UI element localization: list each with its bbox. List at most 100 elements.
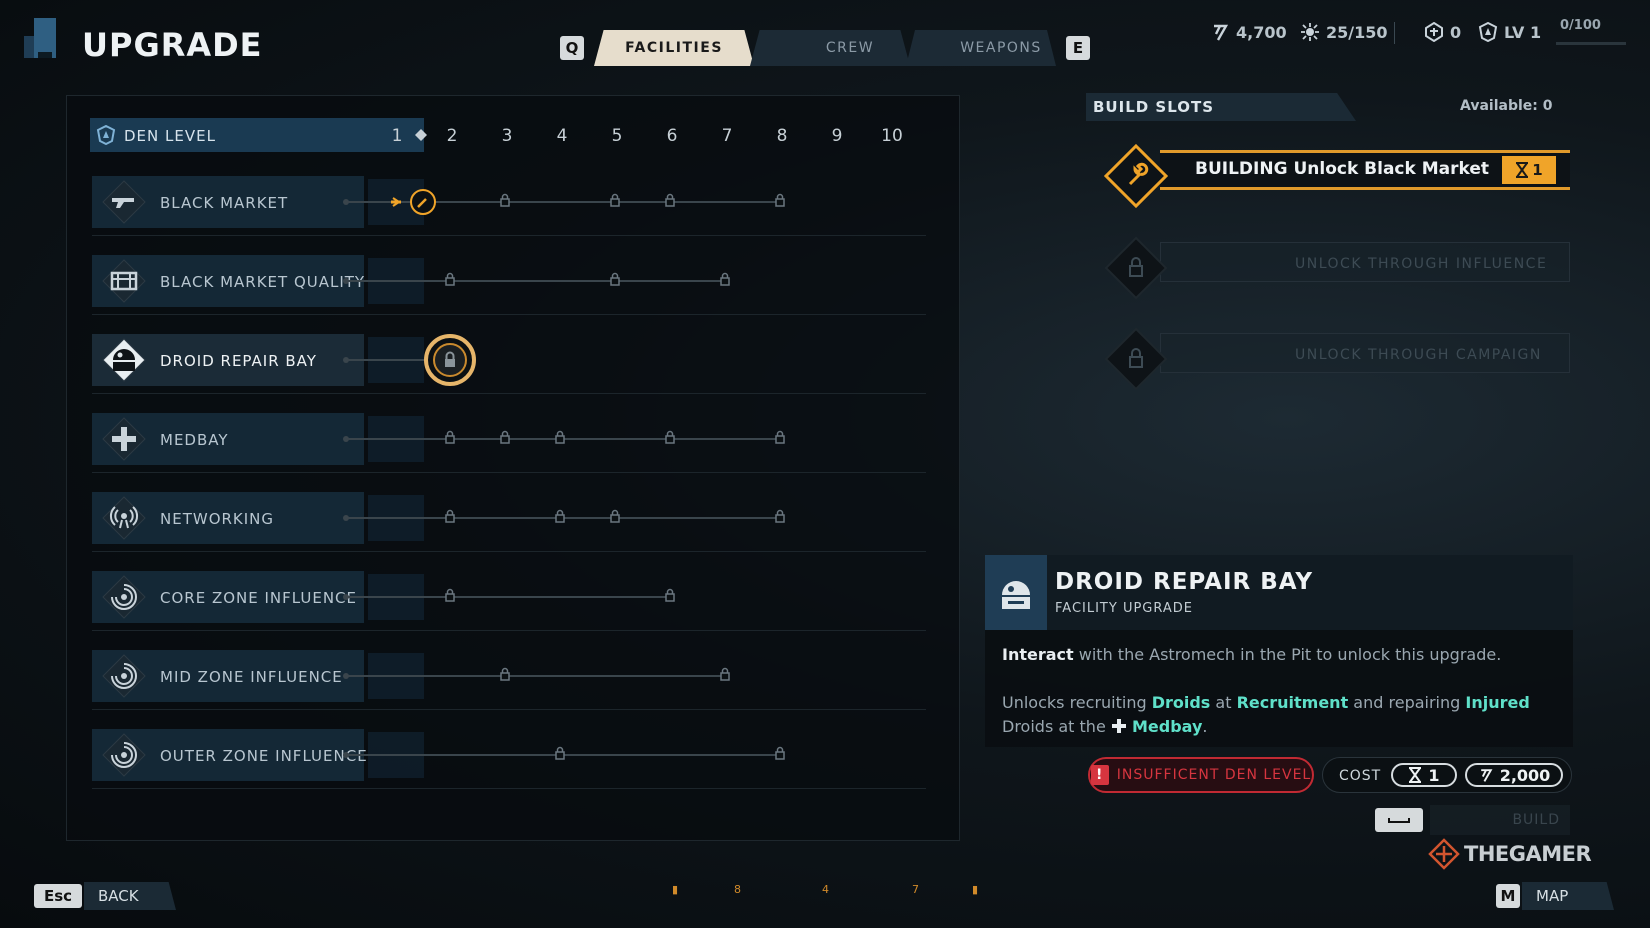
detail-text: Unlocks recruiting: [1002, 693, 1152, 712]
row-divider: [92, 551, 926, 552]
lock-node-icon: [500, 430, 510, 444]
droid-icon: [1002, 580, 1030, 609]
prev-tab-key[interactable]: Q: [560, 36, 584, 60]
detail-keyword: Recruitment: [1236, 693, 1349, 712]
den-logo-icon: [20, 18, 62, 62]
medical-cross-icon: [1111, 719, 1126, 733]
den-level-1: 1: [391, 126, 403, 146]
next-tab-key[interactable]: E: [1066, 36, 1090, 60]
lock-node-icon: [445, 509, 455, 523]
tab-weapons[interactable]: WEAPONS: [906, 30, 1056, 66]
map-key[interactable]: M: [1496, 884, 1520, 908]
cost-credits-value: 2,000: [1499, 765, 1551, 785]
den-level-9: 9: [831, 126, 843, 146]
detail-keyword: Injured: [1465, 693, 1530, 712]
build-time-value: 1: [1532, 161, 1543, 179]
zone-icon: [102, 575, 146, 619]
facility-row[interactable]: NETWORKING: [92, 487, 926, 552]
build-slot-1[interactable]: BUILDING Unlock Black Market 1: [1104, 142, 1570, 208]
detail-text: with the Astromech in the Pit to unlock …: [1073, 645, 1502, 664]
cost-time: 1: [1391, 763, 1457, 787]
influence-icon: [1301, 23, 1319, 41]
lock-node-icon: [445, 430, 455, 444]
detail-text: at: [1210, 693, 1237, 712]
row-divider: [92, 788, 926, 789]
facility-row-label: NETWORKING: [160, 510, 275, 528]
lock-node-icon: [555, 509, 565, 523]
padlock-icon: [1104, 327, 1168, 391]
build-slots-title: BUILD SLOTS: [1093, 98, 1215, 116]
upgrade-track: [343, 272, 730, 286]
hourglass-icon: [1409, 767, 1422, 783]
detail-keyword: Droids: [1151, 693, 1211, 712]
back-button[interactable]: BACK: [84, 882, 176, 910]
detail-keyword: Interact: [1002, 645, 1074, 664]
detail-text: and repairing: [1348, 693, 1466, 712]
detail-title: DROID REPAIR BAY: [1055, 569, 1314, 595]
medical-cross-icon: [102, 417, 146, 461]
cost-time-value: 1: [1428, 765, 1440, 785]
cost-pill: COST 1 2,000: [1322, 757, 1572, 793]
facility-row[interactable]: MID ZONE INFLUENCE: [92, 645, 926, 710]
facility-row[interactable]: BLACK MARKET QUALITY: [92, 250, 926, 315]
map-button[interactable]: MAP: [1522, 882, 1614, 910]
lock-node-icon: [665, 430, 675, 444]
facility-row-label: MEDBAY: [160, 431, 229, 449]
upgrade-track: [343, 334, 476, 386]
row-divider: [92, 393, 926, 394]
facility-row[interactable]: MEDBAY: [92, 408, 926, 473]
lock-node-icon: [775, 509, 785, 523]
detail-line-2: Unlocks recruiting Droids at Recruitment…: [1002, 691, 1562, 739]
facility-row[interactable]: BLACK MARKET: [92, 171, 926, 236]
cost-credits: 2,000: [1465, 763, 1563, 787]
esc-key[interactable]: Esc: [34, 884, 82, 908]
detail-keyword: Medbay: [1131, 717, 1203, 736]
den-level-header: DEN LEVEL 1 2 3 4 5 6 7 8 9 10: [90, 118, 945, 152]
credits-stat: 4,700: [1210, 20, 1287, 44]
tab-facilities[interactable]: FACILITIES: [594, 30, 754, 66]
insufficient-den-level-warning: ! INSUFFICENT DEN LEVEL: [1088, 757, 1314, 793]
detail-description: Interact with the Astromech in the Pit t…: [1002, 643, 1562, 739]
credits-icon: [1214, 24, 1229, 41]
facility-row-label: DROID REPAIR BAY: [160, 352, 317, 370]
detail-text: .: [1202, 717, 1208, 736]
facility-row-label: OUTER ZONE INFLUENCE: [160, 747, 368, 765]
stat-divider: [1394, 22, 1395, 44]
tokens-value: 0: [1450, 22, 1462, 42]
detail-subtitle: FACILITY UPGRADE: [1055, 601, 1194, 616]
detail-text: Droids at the: [1002, 717, 1111, 736]
facility-row[interactable]: OUTER ZONE INFLUENCE: [92, 724, 926, 789]
build-button[interactable]: BUILD: [1430, 805, 1570, 835]
upgrade-track: [343, 189, 785, 215]
zone-icon: [102, 654, 146, 698]
facility-row[interactable]: DROID REPAIR BAY: [92, 329, 926, 394]
lock-node-icon: [775, 430, 785, 444]
broadcast-icon: [102, 496, 146, 540]
row-divider: [92, 709, 926, 710]
build-slot-1-text: BUILDING Unlock Black Market: [1195, 159, 1490, 179]
den-level-10: 10: [881, 126, 903, 146]
lock-node-icon: [775, 746, 785, 760]
xp-bar: [1556, 42, 1626, 45]
lock-node-icon: [720, 667, 730, 681]
lock-node-icon: [610, 193, 620, 207]
row-divider: [92, 235, 926, 236]
detail-line-1: Interact with the Astromech in the Pit t…: [1002, 643, 1562, 667]
tab-crew-label: CREW: [825, 40, 875, 56]
watermark-text: THEGAMER: [1464, 842, 1592, 866]
tab-crew[interactable]: CREW: [750, 30, 910, 66]
lock-node-icon: [610, 509, 620, 523]
spacebar-key-icon[interactable]: [1375, 808, 1423, 832]
xp-value: 0/100: [1560, 18, 1601, 33]
den-level-5: 5: [611, 126, 623, 146]
tab-weapons-label: WEAPONS: [960, 40, 1042, 56]
lock-node-icon: [555, 746, 565, 760]
chest-icon: [102, 259, 146, 303]
facility-row[interactable]: CORE ZONE INFLUENCE: [92, 566, 926, 631]
lock-node-icon: [445, 588, 455, 602]
lock-node-icon: [775, 193, 785, 207]
lock-node-icon: [445, 272, 455, 286]
detail-icon-box: [985, 555, 1047, 630]
pager-label: 4: [822, 883, 829, 896]
influence-value: 25/150: [1326, 22, 1388, 42]
